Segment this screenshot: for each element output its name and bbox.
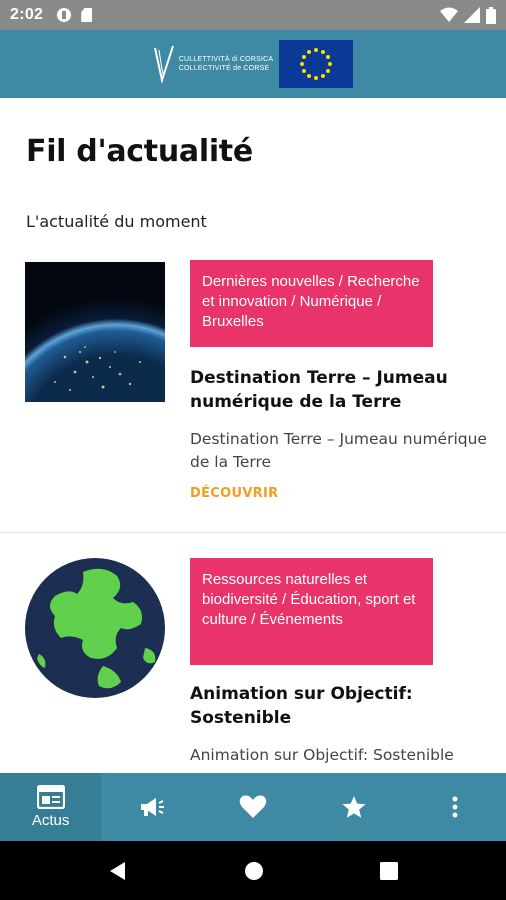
- article-category-tags[interactable]: Ressources naturelles et biodiversité / …: [190, 558, 433, 665]
- nav-label-actus: Actus: [31, 812, 70, 829]
- system-navigation-bar: [0, 841, 506, 900]
- heart-icon: [239, 795, 267, 818]
- article-card[interactable]: Dernières nouvelles / Recherche et innov…: [0, 260, 506, 533]
- nav-item-announcements[interactable]: [101, 773, 202, 841]
- megaphone-icon: [140, 798, 164, 816]
- discover-link[interactable]: DÉCOUVRIR: [190, 486, 278, 501]
- signal-icon: [464, 7, 480, 23]
- earth-night-image: [25, 262, 165, 402]
- corsica-logo: CULLETTIVITÀ di CORSICA COLLECTIVITÉ de …: [153, 44, 273, 84]
- page-title: Fil d'actualité: [26, 134, 253, 169]
- status-bar: 2:02: [0, 0, 506, 30]
- article-title[interactable]: Animation sur Objectif: Sostenible: [190, 682, 480, 730]
- news-icon: [36, 785, 65, 809]
- nav-item-more[interactable]: [405, 773, 506, 841]
- star-icon: [342, 796, 366, 818]
- recents-icon[interactable]: [380, 861, 398, 880]
- nav-item-actus[interactable]: Actus: [0, 773, 102, 841]
- corsica-emblem-icon: [153, 45, 174, 84]
- status-time: 2:02: [10, 6, 44, 23]
- news-feed[interactable]: Fil d'actualité L'actualité du moment De…: [0, 98, 506, 773]
- header-logos: CULLETTIVITÀ di CORSICA COLLECTIVITÉ de …: [153, 40, 354, 88]
- article-thumbnail[interactable]: [25, 262, 165, 402]
- green-globe-image: [25, 558, 165, 698]
- article-description: Animation sur Objectif: Sostenible: [190, 746, 454, 764]
- back-icon[interactable]: [108, 861, 128, 881]
- article-title[interactable]: Destination Terre – Jumeau numérique de …: [190, 366, 480, 414]
- wifi-icon: [440, 7, 458, 22]
- app-header: CULLETTIVITÀ di CORSICA COLLECTIVITÉ de …: [0, 30, 506, 98]
- bottom-navigation: Actus: [0, 773, 506, 841]
- article-category-tags[interactable]: Dernières nouvelles / Recherche et innov…: [190, 260, 433, 347]
- nav-item-starred[interactable]: [304, 773, 405, 841]
- eu-flag-icon: [279, 40, 354, 88]
- logo-line-1: CULLETTIVITÀ di CORSICA: [178, 56, 274, 63]
- battery-icon: [486, 6, 496, 24]
- home-icon[interactable]: [244, 861, 264, 881]
- section-subtitle: L'actualité du moment: [26, 212, 207, 231]
- article-description: Destination Terre – Jumeau numérique de …: [190, 430, 487, 471]
- more-vertical-icon: [452, 796, 458, 818]
- nav-item-favorites[interactable]: [202, 773, 303, 841]
- article-thumbnail[interactable]: [25, 558, 165, 698]
- article-card[interactable]: Ressources naturelles et biodiversité / …: [0, 558, 506, 773]
- logo-line-2: COLLECTIVITÉ de CORSE: [178, 65, 270, 72]
- sd-card-icon: [81, 8, 93, 22]
- notification-circle-icon: [57, 8, 72, 22]
